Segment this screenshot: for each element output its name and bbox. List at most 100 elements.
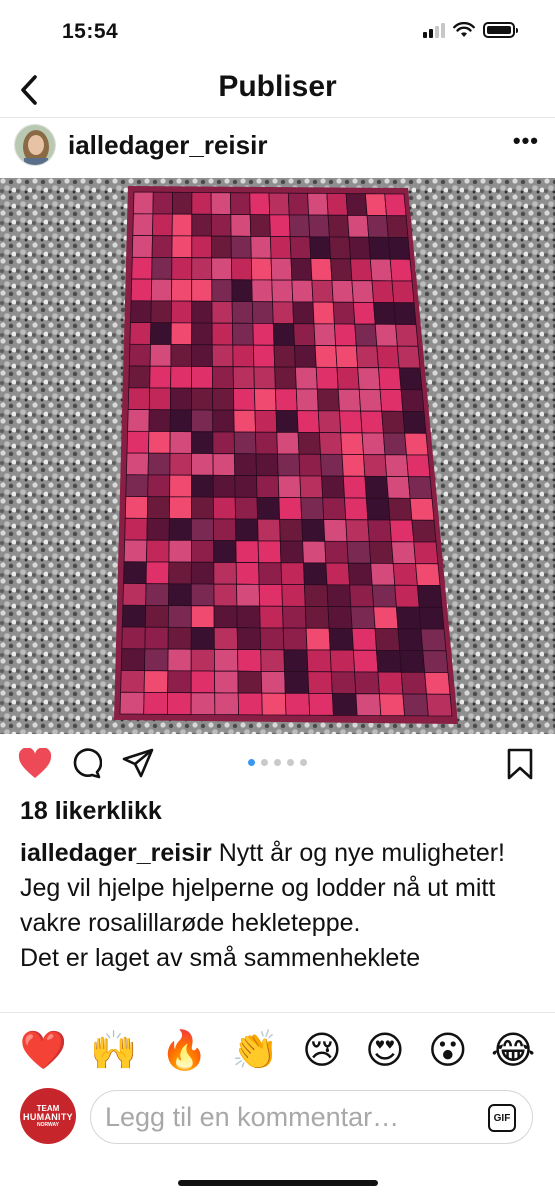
blanket-square <box>308 692 334 716</box>
blanket-square <box>170 322 193 346</box>
comment-box: GIF <box>90 1090 533 1144</box>
like-button[interactable] <box>18 747 52 785</box>
blanket-square <box>317 410 342 434</box>
blanket-square <box>230 235 252 259</box>
blanket-square <box>147 452 171 476</box>
blanket-square <box>250 257 273 281</box>
comment-button[interactable] <box>72 748 103 785</box>
blanket-square <box>120 670 145 693</box>
emoji-clapping[interactable]: 👏 <box>232 1029 279 1073</box>
blanket-square <box>391 280 415 304</box>
blanket-square <box>259 627 285 651</box>
blanket-square <box>190 605 215 629</box>
post-image[interactable] <box>0 178 555 734</box>
blanket-square <box>121 626 146 650</box>
blanket-square <box>130 300 152 324</box>
blanket-square <box>214 692 240 716</box>
blanket-square <box>168 496 192 520</box>
blanket-square <box>275 410 299 433</box>
blanket-square <box>284 692 311 716</box>
blanket-square <box>355 345 379 369</box>
blanket-square <box>391 541 417 565</box>
crochet-blanket-photo <box>0 178 555 734</box>
blanket-square <box>384 454 409 478</box>
emoji-laughing[interactable]: 😂 <box>491 1028 535 1073</box>
blanket-square <box>389 519 415 543</box>
blanket-square <box>146 496 171 519</box>
blanket-square <box>231 301 254 324</box>
emoji-heart[interactable]: ❤️ <box>20 1029 67 1073</box>
blanket-square <box>168 561 192 585</box>
blanket-square <box>234 453 257 477</box>
blanket-square <box>212 431 235 455</box>
blanket-square <box>365 497 391 521</box>
emoji-raised-hands[interactable]: 🙌 <box>90 1029 137 1073</box>
carousel-dot <box>274 759 281 766</box>
current-user-avatar[interactable]: TEAM HUMANITY NORWAY <box>20 1088 76 1144</box>
blanket-square <box>283 649 309 673</box>
blanket-square <box>211 300 233 324</box>
blanket-square <box>351 280 375 303</box>
blanket-square <box>123 561 147 585</box>
blanket-square <box>282 605 307 629</box>
status-bar: 15:54 <box>0 0 555 62</box>
blanket-square <box>211 344 234 368</box>
blanket-square <box>354 671 380 695</box>
blanket-square <box>251 301 274 324</box>
blanket-square <box>232 366 255 390</box>
blanket-square <box>326 192 349 216</box>
blanket-square <box>364 193 387 217</box>
blanket-square <box>230 214 252 237</box>
blanket-square <box>126 430 150 454</box>
home-indicator <box>178 1180 378 1186</box>
blanket-square <box>168 539 192 563</box>
caption-line: Det er laget av små sammenheklete <box>20 944 421 972</box>
blanket-square <box>274 366 297 390</box>
blanket-square <box>150 322 172 345</box>
blanket-square <box>371 280 395 304</box>
blanket-square <box>170 344 193 367</box>
blanket-square <box>407 476 433 499</box>
blanket-square <box>373 302 397 325</box>
emoji-surprised[interactable]: 😮 <box>428 1028 468 1073</box>
blanket-square <box>345 193 368 216</box>
blanket-square <box>234 475 258 498</box>
blanket-square <box>333 323 357 347</box>
share-button[interactable] <box>122 748 154 785</box>
blanket-square <box>148 387 172 411</box>
blanket-square <box>171 191 193 215</box>
nav-bar: Publiser <box>0 62 555 118</box>
emoji-heart-eyes[interactable]: 😍 <box>365 1028 405 1073</box>
post-username[interactable]: ialledager_reisir <box>68 130 267 161</box>
blanket-square <box>348 236 371 260</box>
emoji-crying[interactable]: 😢 <box>302 1028 342 1073</box>
user-avatar[interactable] <box>14 124 56 166</box>
blanket-square <box>144 648 169 672</box>
blanket-square <box>168 518 192 541</box>
blanket-square <box>171 257 193 280</box>
blanket-square <box>303 562 328 586</box>
blanket-square <box>369 258 393 282</box>
blanket-square <box>392 563 418 586</box>
blanket-square <box>300 497 325 520</box>
gif-button[interactable]: GIF <box>488 1104 516 1132</box>
blanket-square <box>145 583 170 606</box>
save-button[interactable] <box>507 748 533 785</box>
blanket-square <box>327 606 353 629</box>
blanket-square <box>293 323 316 346</box>
blanket-square <box>259 605 284 629</box>
blanket-square <box>367 519 392 543</box>
blanket-square <box>229 192 251 216</box>
caption-username[interactable]: ialledager_reisir <box>20 839 212 867</box>
blanket-square <box>278 497 303 520</box>
gif-icon: GIF <box>493 1112 511 1124</box>
blanket-square <box>397 628 424 652</box>
emoji-fire[interactable]: 🔥 <box>161 1029 208 1073</box>
more-options-button[interactable]: ••• <box>513 128 539 154</box>
comment-input[interactable] <box>105 1099 465 1135</box>
blanket-square <box>299 475 324 499</box>
blanket-square <box>237 692 263 716</box>
blanket-square <box>311 279 334 303</box>
likes-count[interactable]: 18 likerklikk <box>20 797 162 826</box>
blanket-square <box>420 628 447 652</box>
